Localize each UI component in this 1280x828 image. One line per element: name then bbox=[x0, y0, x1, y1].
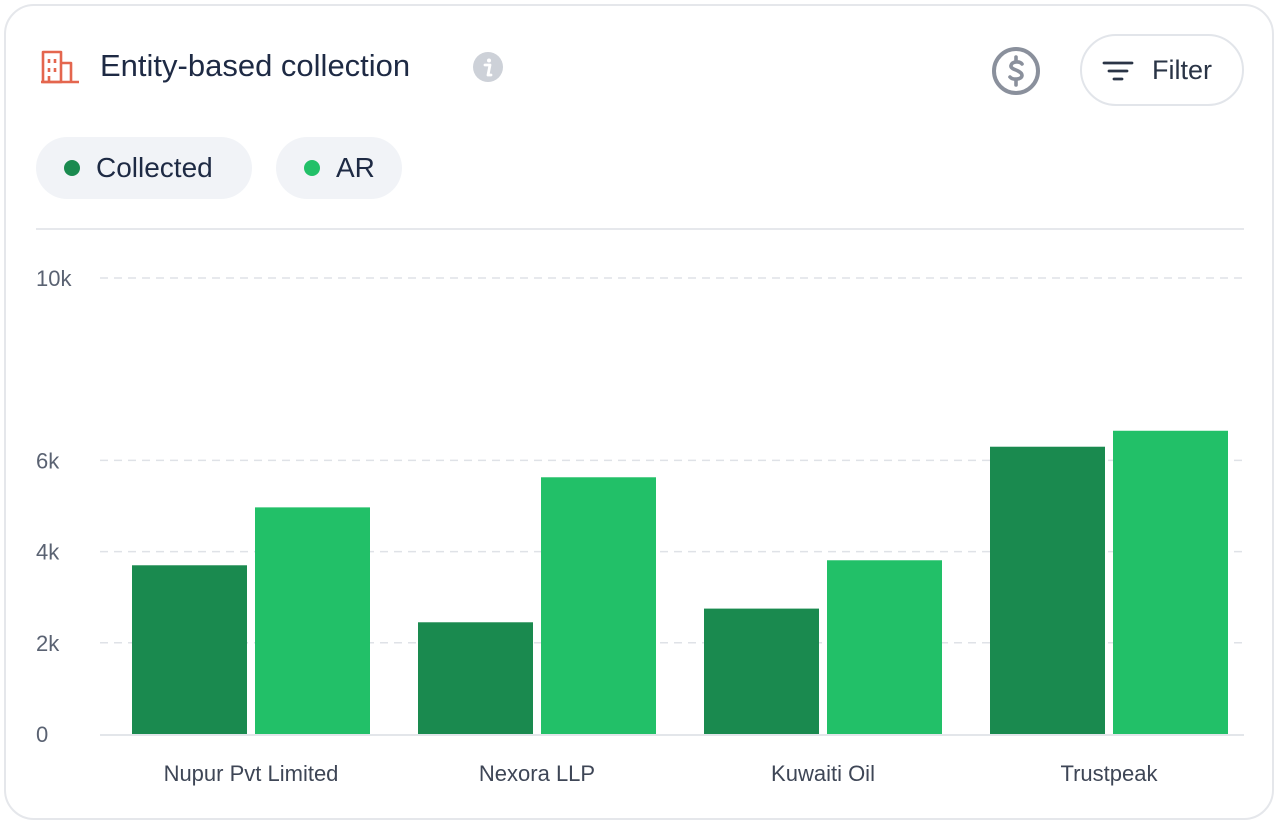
bar-ar-1 bbox=[255, 507, 370, 734]
bar-collected-1 bbox=[132, 565, 247, 734]
x-tick-label-2: Nexora LLP bbox=[479, 761, 595, 786]
bar-ar-2 bbox=[541, 477, 656, 734]
bar-collected-2 bbox=[418, 622, 533, 734]
bar-chart: 0 2k 4k 6k 10k Nupur Pvt Limited Nexora LLP Kuw… bbox=[36, 266, 1244, 786]
y-tick-label-4k: 4k bbox=[36, 540, 60, 565]
x-tick-label-3: Kuwaiti Oil bbox=[771, 761, 875, 786]
y-tick-label-10k: 10k bbox=[36, 266, 72, 291]
y-tick-label-0: 0 bbox=[36, 722, 48, 747]
x-tick-label-1: Nupur Pvt Limited bbox=[164, 761, 339, 786]
bar-ar-4 bbox=[1113, 430, 1228, 734]
y-tick-label-2k: 2k bbox=[36, 631, 60, 656]
x-tick-label-4: Trustpeak bbox=[1060, 761, 1158, 786]
bar-collected-3 bbox=[704, 608, 819, 734]
bar-collected-4 bbox=[990, 446, 1105, 734]
y-tick-label-6k: 6k bbox=[36, 448, 60, 473]
bar-ar-3 bbox=[827, 560, 942, 734]
